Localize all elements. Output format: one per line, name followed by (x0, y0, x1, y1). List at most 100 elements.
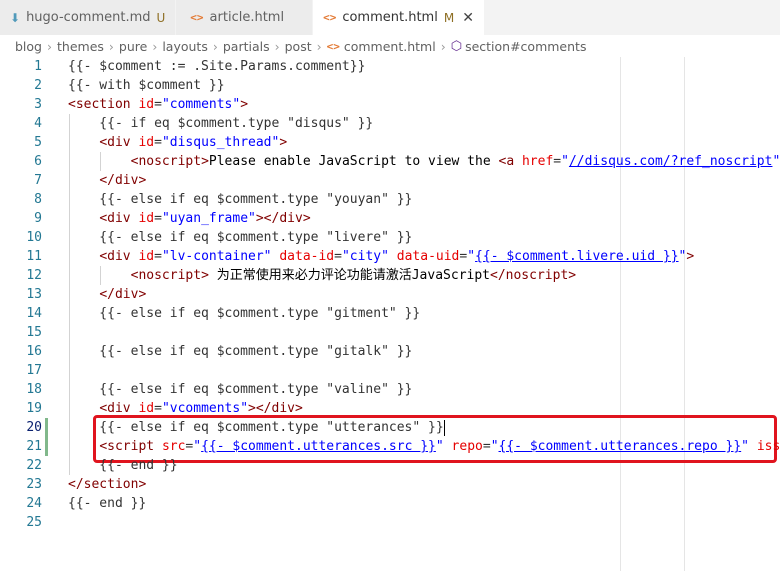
code-line[interactable]: 14 {{- else if eq $comment.type "gitment… (0, 304, 780, 323)
code-token: </section> (68, 477, 147, 492)
code-token: "disqus_thread" (161, 135, 280, 150)
line-number: 1 (34, 59, 42, 74)
code-line[interactable]: 11 <div id="lv-container" data-id="city"… (0, 247, 780, 266)
code-token: " (193, 439, 202, 454)
code-line[interactable]: 25 (0, 513, 780, 532)
code-token: {{- else if eq $comment.type "gitalk" }} (68, 344, 413, 359)
code-line[interactable]: 13 </div> (0, 285, 780, 304)
line-number: 15 (26, 325, 42, 340)
code-line[interactable]: 20 {{- else if eq $comment.type "utteran… (0, 418, 780, 437)
code-line[interactable]: 5 <div id="disqus_thread"> (0, 133, 780, 152)
code-line[interactable]: 4 {{- if eq $comment.type "disqus" }} (0, 114, 780, 133)
tab-label: comment.html (342, 10, 438, 25)
line-number: 11 (26, 249, 42, 264)
code-token: {{- end }} (68, 458, 178, 473)
line-number: 13 (26, 287, 42, 302)
code-line[interactable]: 7 </div> (0, 171, 780, 190)
code-content: {{- end }} (68, 456, 178, 475)
code-token: {{- else if eq $comment.type "utterances… (68, 420, 444, 435)
line-number: 18 (26, 382, 42, 397)
tab-article-html[interactable]: <> article.html (176, 0, 314, 35)
code-content: {{- end }} (68, 494, 146, 513)
code-line[interactable]: 18 {{- else if eq $comment.type "valine"… (0, 380, 780, 399)
chevron-right-icon: › (47, 38, 52, 54)
code-line[interactable]: 21 <script src="{{- $comment.utterances.… (0, 437, 780, 456)
line-number: 24 (26, 496, 42, 511)
breadcrumb-item[interactable]: layouts (162, 39, 208, 54)
line-number: 14 (26, 306, 42, 321)
line-number: 22 (26, 458, 42, 473)
code-line[interactable]: 10 {{- else if eq $comment.type "livere"… (0, 228, 780, 247)
line-number: 5 (34, 135, 42, 150)
code-line[interactable]: 1 {{- $comment := .Site.Params.comment}} (0, 57, 780, 76)
code-token: {{- if eq $comment.type "disqus" }} (68, 116, 374, 131)
code-token: data-id (279, 249, 335, 264)
code-token: id (138, 97, 155, 112)
code-token: data-uid (396, 249, 460, 264)
code-line[interactable]: 15 (0, 323, 780, 342)
code-token: {{- else if eq $comment.type "gitment" }… (68, 306, 421, 321)
code-content: {{- else if eq $comment.type "gitment" }… (68, 304, 420, 323)
code-line[interactable]: 22 {{- end }} (0, 456, 780, 475)
markdown-file-icon: ⬇ (10, 10, 21, 25)
close-icon[interactable]: ✕ (462, 10, 474, 26)
code-token: {{- else if eq $comment.type "valine" }} (68, 382, 413, 397)
tab-comment-html[interactable]: <> comment.html M ✕ (313, 0, 485, 35)
code-token: {{- $comment := .Site.Params.comment}} (68, 59, 366, 74)
code-content: {{- else if eq $comment.type "youyan" }} (68, 190, 412, 209)
breadcrumb-item[interactable]: section#comments (465, 39, 586, 54)
code-token: = (154, 401, 162, 416)
code-token: > (240, 97, 249, 112)
code-line[interactable]: 23 </section> (0, 475, 780, 494)
code-token: {{- $comment.utterances.src }} (201, 439, 436, 454)
code-line[interactable]: 12 <noscript> 为正常使用来必力评论功能请激活JavaScript<… (0, 266, 780, 285)
code-token: = (553, 154, 562, 169)
code-line[interactable]: 2 {{- with $comment }} (0, 76, 780, 95)
tab-hugo-comment-md[interactable]: ⬇ hugo-comment.md U (0, 0, 177, 35)
code-token: = (154, 249, 162, 264)
code-token: </div> (99, 287, 147, 302)
code-line[interactable]: 17 (0, 361, 780, 380)
code-line[interactable]: 6 <noscript>Please enable JavaScript to … (0, 152, 780, 171)
code-token: id (138, 249, 155, 264)
code-token: > (686, 249, 695, 264)
code-content: </div> (68, 171, 146, 190)
chevron-right-icon: › (212, 38, 218, 54)
code-token: = (482, 439, 491, 454)
git-modified-gutter-marker[interactable] (45, 437, 48, 456)
code-line[interactable]: 9 <div id="uyan_frame"></div> (0, 209, 780, 228)
git-modified-gutter-marker[interactable] (45, 418, 48, 437)
code-line[interactable]: 8 {{- else if eq $comment.type "youyan" … (0, 190, 780, 209)
code-token: <section (68, 97, 131, 112)
chevron-right-icon: › (440, 38, 446, 54)
code-content: <div id="disqus_thread"> (68, 133, 287, 152)
code-token: "lv-container" (161, 249, 272, 264)
code-content: <noscript>Please enable JavaScript to vi… (68, 152, 780, 171)
code-line[interactable]: 19 <div id="vcomments"></div> (0, 399, 780, 418)
code-line[interactable]: 16 {{- else if eq $comment.type "gitalk"… (0, 342, 780, 361)
code-token: Please enable JavaScript to view the (208, 154, 499, 169)
code-token: = (154, 97, 162, 112)
code-token: id (138, 135, 155, 150)
code-token: = (154, 135, 162, 150)
code-token: <script (99, 439, 155, 454)
code-line[interactable]: 24 {{- end }} (0, 494, 780, 513)
chevron-right-icon: › (108, 38, 114, 54)
breadcrumb-item[interactable]: post (285, 39, 312, 54)
code-line[interactable]: 3 <section id="comments"> (0, 95, 780, 114)
breadcrumb-item[interactable]: comment.html (344, 39, 436, 54)
breadcrumb-item[interactable]: pure (119, 39, 147, 54)
breadcrumb-item[interactable]: partials (223, 39, 270, 54)
breadcrumb-item[interactable]: themes (57, 39, 104, 54)
code-token: {{- $comment.utterances.repo }} (498, 439, 742, 454)
breadcrumb-item[interactable]: blog (15, 39, 42, 54)
code-editor[interactable]: 1 {{- $comment := .Site.Params.comment}} 2… (0, 57, 780, 571)
chevron-right-icon: › (274, 38, 280, 54)
chevron-right-icon: › (316, 38, 322, 54)
line-number: 17 (26, 363, 42, 378)
